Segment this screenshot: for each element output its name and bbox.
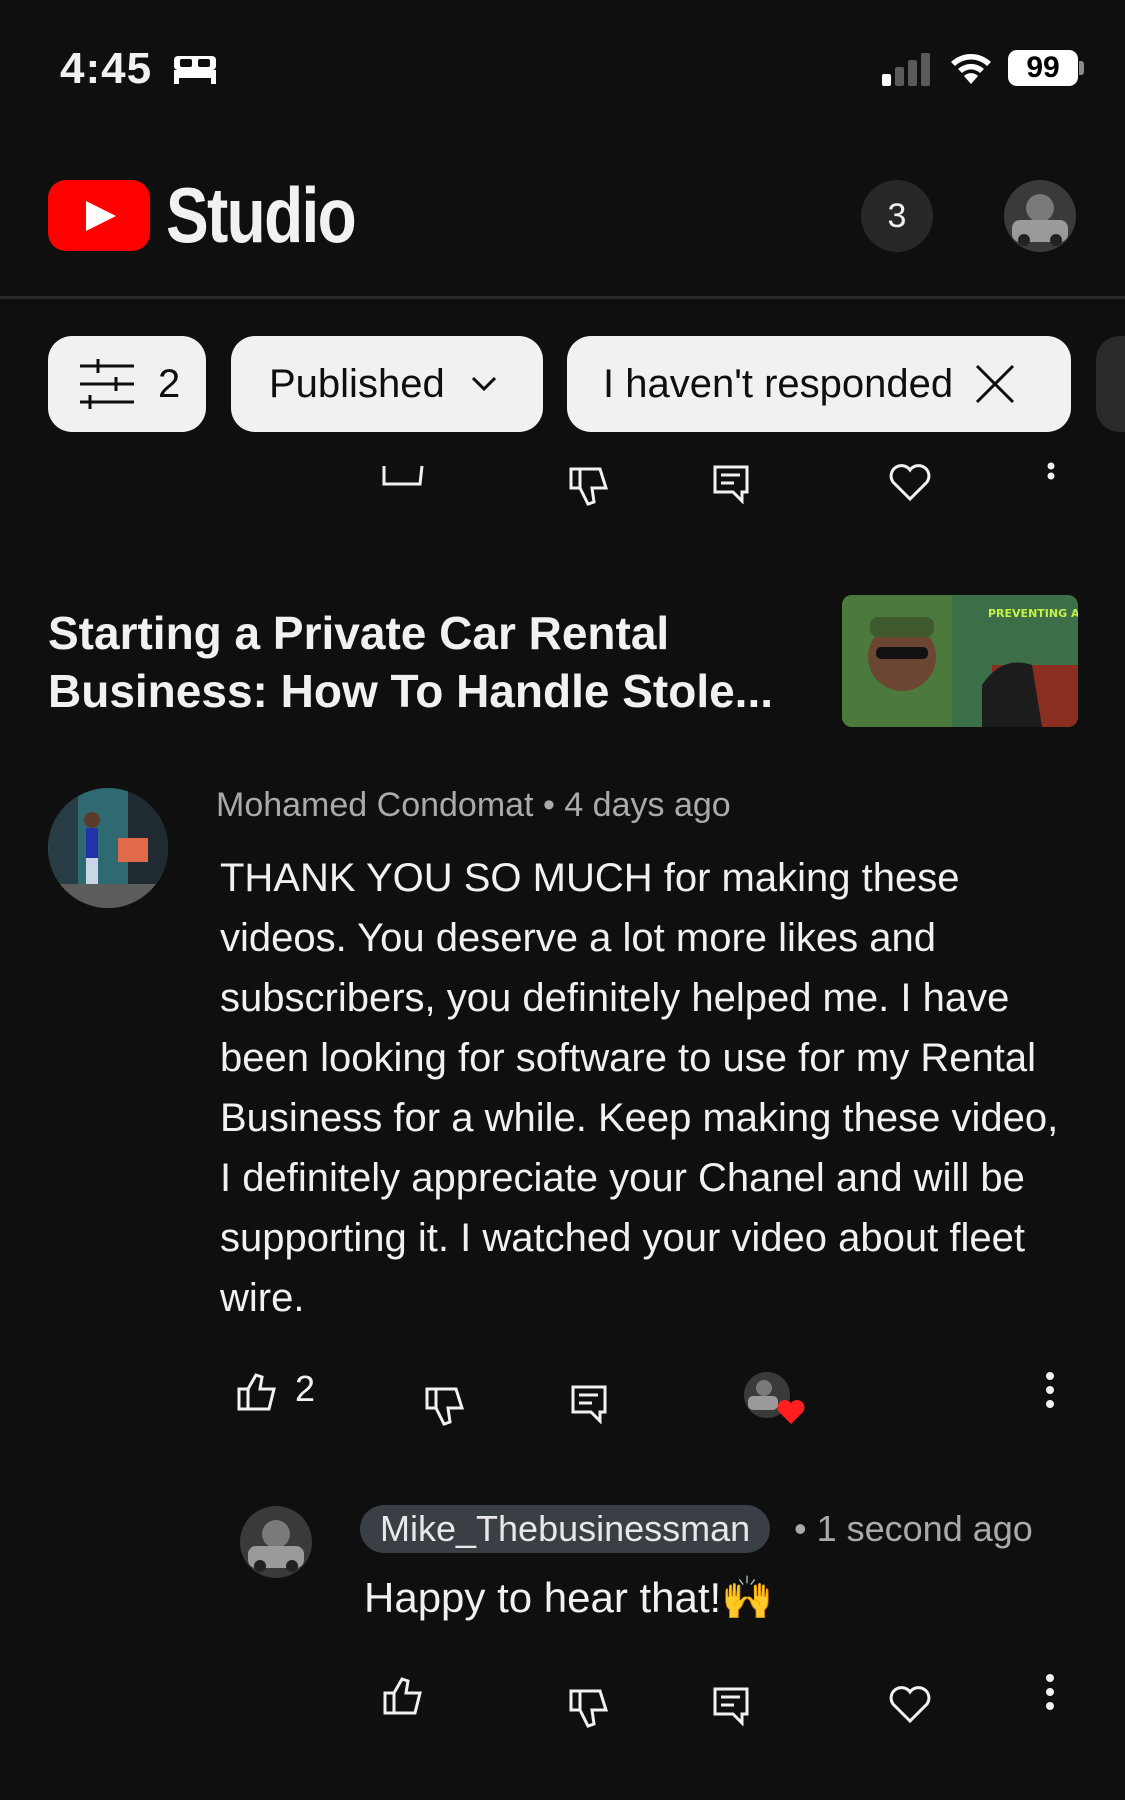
signal-icon — [880, 52, 932, 91]
not-responded-chip[interactable]: I haven't responded — [567, 336, 1071, 432]
reply-time: • 1 second ago — [794, 1508, 1033, 1550]
status-time: 4:45 — [60, 44, 153, 93]
like-count: 2 — [295, 1368, 316, 1409]
battery-icon: 99 — [1008, 50, 1078, 86]
chevron-down-icon — [471, 376, 496, 392]
dislike-icon[interactable] — [424, 1386, 466, 1431]
comment-text: THANK YOU SO MUCH for making these video… — [220, 856, 1059, 1320]
header-divider — [0, 296, 1125, 299]
not-responded-label: I haven't responded — [603, 361, 954, 406]
reply-more-icon[interactable] — [1044, 1674, 1056, 1715]
prev-like-icon[interactable] — [380, 460, 424, 493]
reply-text: Happy to hear that!🙌 — [364, 1574, 774, 1621]
account-avatar[interactable] — [1004, 180, 1076, 252]
filter-count: 2 — [158, 361, 181, 406]
video-title[interactable]: Starting a Private Car Rental Business: … — [48, 604, 828, 720]
thumbnail-text: PREVENTING AND DEALING — [988, 607, 1078, 620]
heart-icon — [776, 1398, 806, 1431]
comment-time: 4 days ago — [564, 786, 731, 824]
reply-like-icon[interactable] — [382, 1676, 424, 1721]
filter-icon — [80, 359, 134, 409]
more-icon[interactable] — [1044, 1372, 1056, 1413]
comment-meta: Mohamed Condomat • 4 days ago — [216, 786, 731, 825]
prev-more-icon[interactable] — [1046, 462, 1056, 491]
reply-avatar[interactable] — [240, 1506, 312, 1578]
prev-heart-icon[interactable] — [888, 462, 932, 507]
meta-separator: • — [794, 1508, 817, 1549]
reply-author-chip[interactable]: Mike_Thebusinessman — [360, 1505, 771, 1553]
published-label: Published — [269, 361, 445, 406]
filter-chip[interactable]: 2 — [48, 336, 206, 432]
commenter-avatar[interactable] — [48, 788, 168, 908]
close-icon[interactable] — [975, 364, 1015, 404]
reply-heart-icon[interactable] — [888, 1684, 932, 1729]
reply-time-text: 1 second ago — [816, 1508, 1033, 1549]
prev-reply-icon[interactable] — [712, 464, 750, 509]
reply-reply-icon[interactable] — [712, 1686, 750, 1731]
wifi-icon — [948, 50, 994, 91]
next-chip-peek[interactable] — [1096, 336, 1125, 432]
studio-logo-text: Studio — [166, 171, 357, 259]
notification-count-button[interactable]: 3 — [861, 180, 933, 252]
bed-icon — [172, 54, 218, 89]
meta-separator: • — [542, 786, 565, 824]
reply-dislike-icon[interactable] — [568, 1688, 610, 1733]
play-icon — [86, 201, 116, 231]
youtube-logo[interactable] — [48, 180, 150, 251]
battery-tip — [1079, 61, 1084, 75]
like-icon[interactable] — [236, 1372, 278, 1417]
reply-icon[interactable] — [570, 1384, 608, 1429]
prev-dislike-icon[interactable] — [568, 466, 610, 511]
video-thumbnail[interactable]: PREVENTING AND DEALING — [842, 595, 1078, 727]
published-dropdown[interactable]: Published — [231, 336, 543, 432]
comment-author[interactable]: Mohamed Condomat — [216, 786, 534, 824]
